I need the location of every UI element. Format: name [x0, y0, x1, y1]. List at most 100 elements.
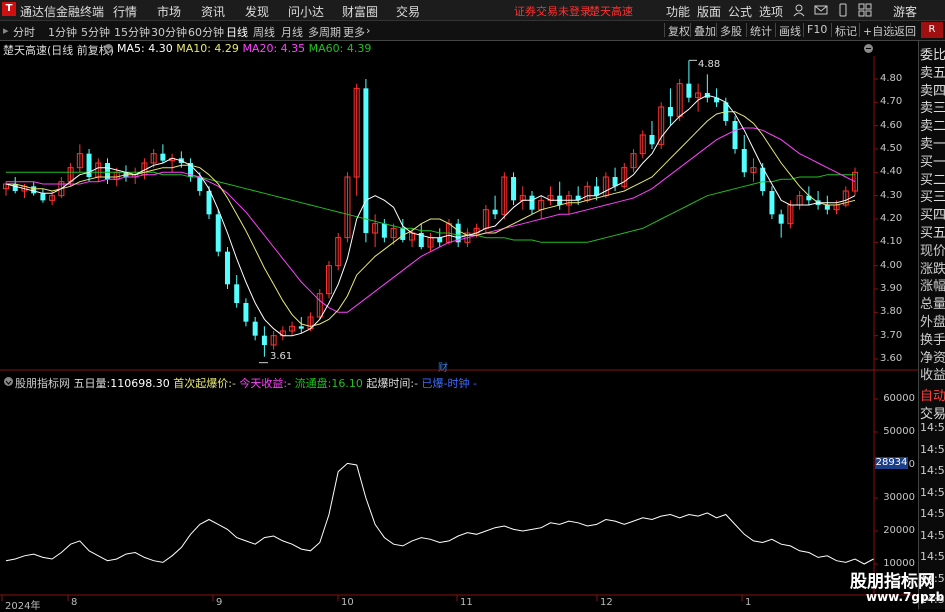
watermark-url: www.7gpzb.com: [866, 590, 945, 604]
high-price-annotation: 4.88: [698, 59, 721, 70]
candle-body: [778, 214, 784, 224]
candle-body: [667, 107, 673, 117]
candle-body: [234, 284, 240, 303]
candle-body: [806, 195, 812, 201]
indicator-extra: 已爆-时钟 -: [421, 377, 477, 390]
price-tick-label: 4.50: [880, 143, 903, 154]
quote-field-label: 卖三: [920, 101, 945, 117]
first-burst-price-value: -: [231, 377, 236, 390]
quote-field-label: 卖一: [920, 137, 945, 152]
volume-tick-label: 60000: [883, 393, 915, 404]
price-tick-label: 3.80: [880, 306, 903, 318]
indicator-name: 股朋指标网: [15, 377, 70, 390]
panel-toggle-button[interactable]: R: [921, 22, 943, 38]
quote-field-label: 买三: [920, 190, 945, 206]
volume-tick-label: 20000: [883, 525, 915, 536]
low-price-annotation: 3.61: [270, 351, 293, 362]
burst-time-value: -: [414, 377, 419, 390]
quote-field-label: 买二: [920, 172, 945, 188]
price-tick-label: 4.10: [880, 236, 903, 248]
volume-indicator-line: [5, 462, 874, 565]
quote-field-label: 买五: [920, 226, 945, 241]
price-tick-label: 4.20: [880, 213, 903, 224]
five-day-volume-label: 五日量:: [73, 377, 111, 390]
ma20-line: [6, 127, 856, 313]
candle-body: [86, 153, 92, 177]
candle-body: [31, 186, 37, 194]
price-tick-label: 4.80: [880, 73, 903, 84]
candle-body: [492, 209, 498, 215]
price-tick-label: 4.60: [880, 119, 903, 131]
time-tick-label: 10: [341, 597, 354, 608]
burst-time-label: 起爆时间:: [366, 377, 415, 390]
quote-side-panel: 委比 卖五 卖四 卖三 卖二 卖一 买一 买二 买三 买四 买五 现价 涨跌 涨幅 总量 外盘 换手 净资 收益 自动…: [918, 41, 945, 609]
candle-body: [511, 177, 517, 201]
candle-body: [529, 195, 535, 210]
candle-body: [298, 326, 304, 329]
indicator-settings-icon[interactable]: [3, 376, 14, 387]
quote-field-label: 卖四: [920, 83, 945, 99]
first-burst-price-label: 首次起爆价:: [173, 377, 232, 390]
time-tick-label: 11: [460, 597, 473, 608]
float-shares-label: 流通盘:: [294, 377, 332, 390]
candle-body: [741, 149, 747, 173]
candle-body: [206, 191, 212, 215]
candle-body: [649, 135, 655, 145]
trade-time-label: 14:56: [920, 550, 945, 563]
candle-body: [160, 153, 166, 161]
quote-field-label: 委比: [920, 48, 945, 63]
price-tick-label: 4.40: [880, 166, 903, 178]
candle-body: [12, 184, 18, 191]
candle-body: [243, 303, 249, 322]
quote-field-label: 卖五: [920, 65, 945, 81]
kline-chart[interactable]: [0, 0, 945, 609]
price-tick-label: 3.90: [880, 283, 903, 294]
trade-time-label: 14:56: [920, 507, 945, 520]
candle-body: [363, 88, 369, 233]
candle-body: [252, 321, 258, 336]
trade-time-label: 14:56: [920, 464, 945, 477]
float-shares-value: 16.10: [331, 377, 363, 390]
today-gain-label: 今天收益:: [239, 377, 288, 390]
price-tick-label: 3.70: [880, 329, 903, 341]
volume-tick-label: 50000: [883, 426, 915, 437]
trade-time-label: 14:56: [920, 421, 945, 434]
quote-field-label: 总量: [920, 297, 945, 313]
candle-body: [686, 83, 692, 98]
candle-body: [224, 251, 230, 285]
ma5-line: [5, 94, 856, 337]
ma10-line: [6, 111, 856, 327]
quote-field-label: 涨幅: [920, 279, 945, 295]
today-gain-value: -: [287, 377, 292, 390]
candle-body: [197, 177, 203, 191]
candle-body: [215, 214, 221, 252]
time-tick-label: 1: [745, 597, 752, 608]
quote-field-label: 涨跌: [920, 261, 945, 277]
candle-body: [769, 191, 775, 215]
trade-time-label: 14:56: [920, 528, 945, 542]
quote-field-label: 现价: [920, 243, 945, 259]
candle-body: [261, 335, 267, 345]
candle-body: [40, 193, 46, 201]
quote-field-label: 换手: [920, 332, 945, 348]
candle-body: [437, 237, 443, 243]
quote-field-label: 外盘: [920, 315, 945, 330]
trade-label[interactable]: 交易: [920, 403, 945, 422]
volume-current-badge: 28934: [875, 457, 908, 469]
candle-body: [381, 223, 387, 238]
trade-time-label: 14:56: [920, 442, 945, 456]
quote-field-label: 卖二: [920, 119, 945, 135]
volume-tick-label: 30000: [883, 492, 915, 503]
watermark: 股朋指标网 www.7gpzb.com: [828, 566, 945, 609]
auto-trade-toggle[interactable]: 自动: [920, 385, 945, 404]
price-tick-label: 3.60: [880, 353, 903, 364]
quote-field-label: 收益: [920, 368, 945, 384]
finance-marker[interactable]: 财: [438, 359, 448, 374]
time-tick-label: 2024年: [5, 601, 41, 612]
price-tick-label: 4.30: [880, 189, 903, 201]
five-day-volume-value: 110698.30: [110, 377, 170, 390]
quote-field-label: 买四: [920, 208, 945, 224]
quote-field-label: 净资: [920, 350, 945, 366]
candle-body: [824, 205, 830, 210]
time-tick-label: 8: [71, 597, 78, 608]
